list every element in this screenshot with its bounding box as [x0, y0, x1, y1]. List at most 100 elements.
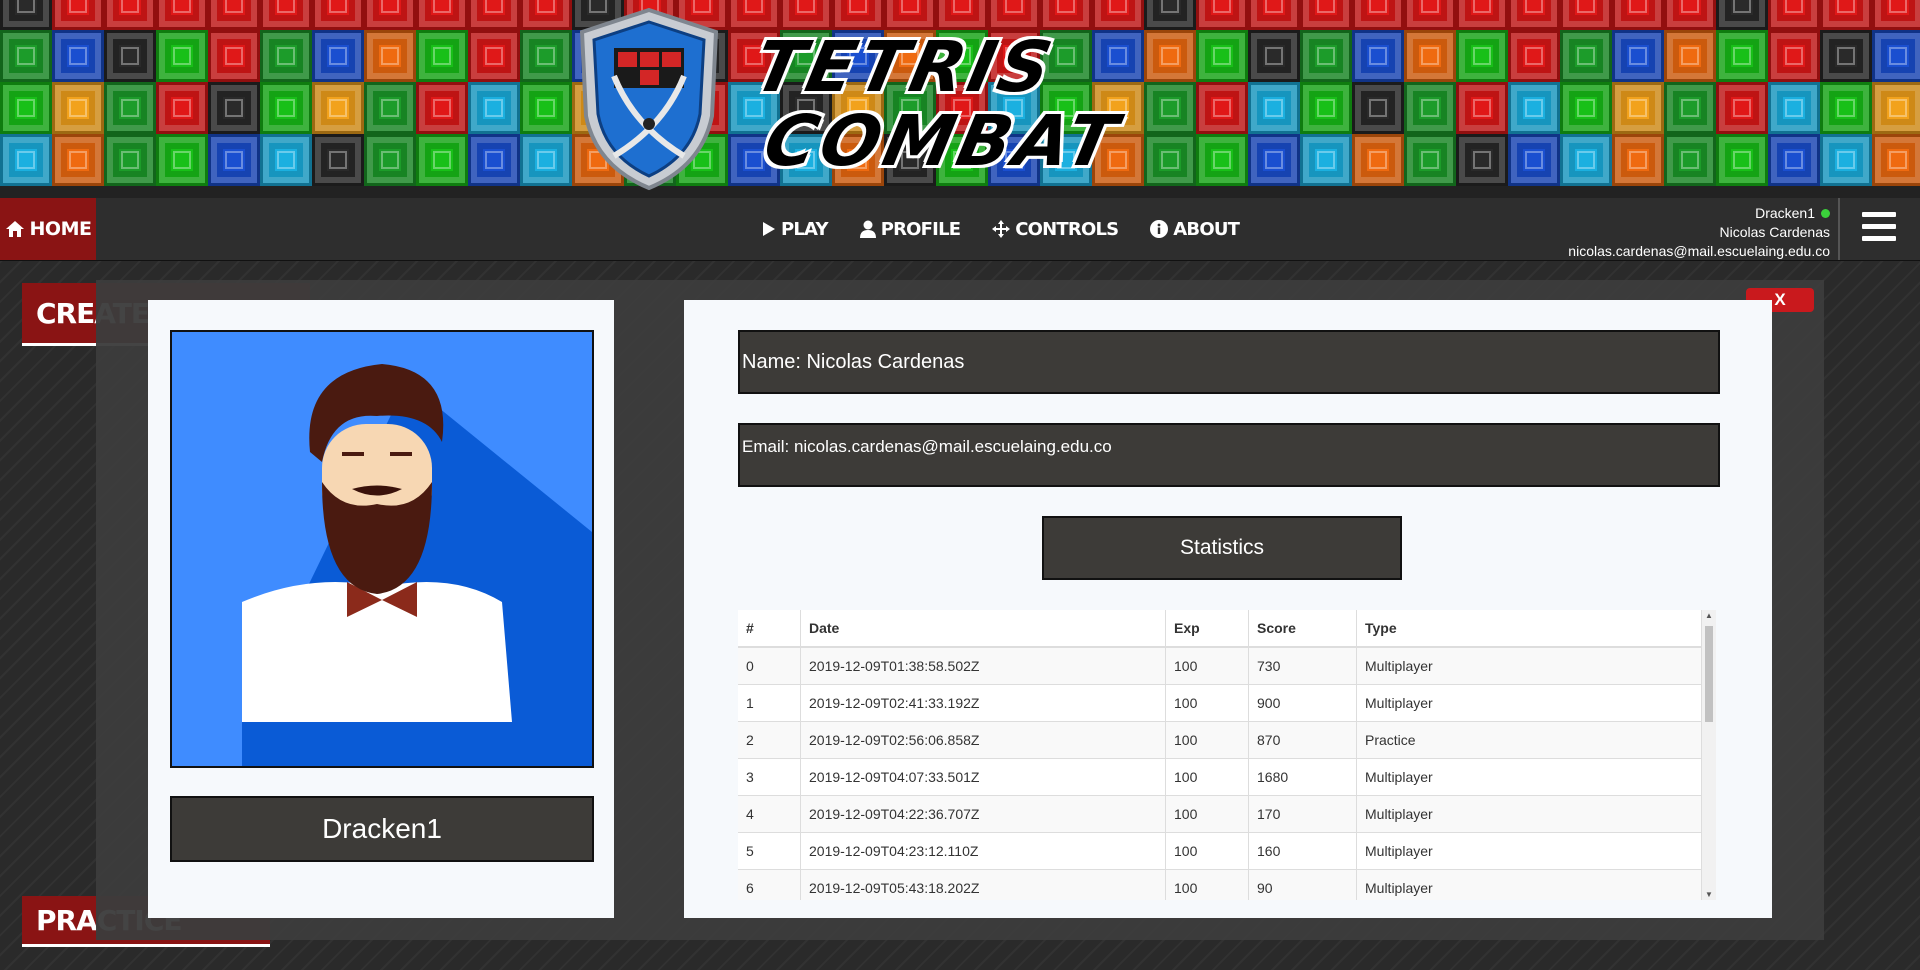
statistics-table-container[interactable]: # Date Exp Score Type 0 2019-12-09T01:38:…: [738, 610, 1716, 900]
tetris-tile: [0, 0, 52, 30]
table-row: 3 2019-12-09T04:07:33.501Z 100 1680 Multipla…: [738, 758, 1702, 796]
avatar: [170, 330, 594, 768]
profile-left-panel: Dracken1: [148, 300, 614, 918]
game-logo[interactable]: TETRIS COMBAT: [570, 4, 1170, 194]
tetris-tile: [1716, 134, 1768, 186]
table-cell: Multiplayer: [1356, 646, 1702, 685]
tetris-tile: [1612, 134, 1664, 186]
hamburger-menu-icon[interactable]: [1862, 212, 1896, 246]
tetris-tile: [104, 0, 156, 30]
tetris-tile: [156, 134, 208, 186]
column-header-exp: Exp: [1165, 610, 1249, 648]
tetris-tile: [1820, 30, 1872, 82]
info-icon: [1150, 220, 1169, 238]
tetris-tile: [1508, 0, 1560, 30]
email-field: Email: nicolas.cardenas@mail.escuelaing.…: [738, 423, 1720, 487]
nav-item-about[interactable]: ABOUT: [1150, 219, 1240, 240]
nav-item-label: PLAY: [781, 218, 829, 240]
tetris-tile: [1300, 134, 1352, 186]
tetris-tile: [1820, 134, 1872, 186]
table-cell: 100: [1165, 795, 1249, 833]
shield-crest-icon: [579, 7, 719, 191]
table-cell: 100: [1165, 721, 1249, 759]
table-cell: 6: [738, 869, 801, 900]
tetris-tile: [1820, 0, 1872, 30]
table-cell: 160: [1248, 832, 1357, 870]
tetris-tile: [1560, 82, 1612, 134]
table-cell: 1: [738, 684, 801, 722]
tetris-tile: [1300, 30, 1352, 82]
tetris-tile: [1404, 82, 1456, 134]
main-menu: PLAY PROFILE CONTROLS ABOUT: [762, 198, 1240, 260]
table-cell: 100: [1165, 869, 1249, 900]
tetris-tile: [1508, 82, 1560, 134]
table-cell: 2019-12-09T04:23:12.110Z: [800, 832, 1166, 870]
username-display: Dracken1: [170, 796, 594, 862]
tetris-tile: [1248, 82, 1300, 134]
tetris-tile: [1456, 82, 1508, 134]
tetris-tile: [1768, 134, 1820, 186]
user-info: Dracken1 Nicolas Cardenas nicolas.carden…: [1568, 204, 1830, 261]
nav-divider: [1838, 198, 1840, 260]
tetris-tile: [1768, 0, 1820, 30]
tetris-tile: [520, 82, 572, 134]
tetris-tile: [1508, 134, 1560, 186]
controls-icon: [992, 220, 1011, 238]
table-row: 2 2019-12-09T02:56:06.858Z 100 870 Practice: [738, 721, 1702, 759]
nav-item-label: CONTROLS: [1015, 218, 1119, 240]
logo-text-line1: TETRIS: [746, 25, 1064, 110]
table-cell: Practice: [1356, 721, 1702, 759]
tetris-tile: [1820, 82, 1872, 134]
tetris-tile: [1768, 30, 1820, 82]
name-field: Name: Nicolas Cardenas: [738, 330, 1720, 394]
tetris-tile: [1300, 0, 1352, 30]
statistics-button[interactable]: Statistics: [1042, 516, 1402, 580]
column-header-score: Score: [1248, 610, 1357, 648]
table-cell: 5: [738, 832, 801, 870]
tetris-tile: [1560, 134, 1612, 186]
table-cell: 2019-12-09T01:38:58.502Z: [800, 646, 1166, 685]
tetris-tile: [156, 82, 208, 134]
table-cell: 3: [738, 758, 801, 796]
nav-item-controls[interactable]: CONTROLS: [992, 218, 1119, 240]
table-cell: 100: [1165, 832, 1249, 870]
nav-item-play[interactable]: PLAY: [762, 218, 829, 240]
tetris-tile: [312, 0, 364, 30]
table-scrollbar[interactable]: ▲ ▼: [1702, 610, 1716, 900]
tetris-tile: [156, 30, 208, 82]
home-button[interactable]: HOME: [0, 198, 96, 260]
nav-item-label: PROFILE: [880, 218, 961, 240]
table-cell: 90: [1248, 869, 1357, 900]
tetris-tile: [156, 0, 208, 30]
tetris-tile: [1300, 82, 1352, 134]
table-cell: Multiplayer: [1356, 832, 1702, 870]
table-cell: 2: [738, 721, 801, 759]
tetris-tile: [260, 0, 312, 30]
tetris-tile: [1352, 30, 1404, 82]
tetris-tile: [208, 134, 260, 186]
tetris-tile: [52, 82, 104, 134]
table-cell: 2019-12-09T04:07:33.501Z: [800, 758, 1166, 796]
table-cell: 730: [1248, 646, 1357, 685]
tetris-tile: [416, 134, 468, 186]
nav-item-profile[interactable]: PROFILE: [859, 218, 961, 240]
table-cell: Multiplayer: [1356, 795, 1702, 833]
tetris-tile: [0, 30, 52, 82]
online-status-icon: [1821, 209, 1830, 218]
tetris-tile: [1196, 30, 1248, 82]
tetris-tile: [1612, 0, 1664, 30]
tetris-tile: [1560, 0, 1612, 30]
table-cell: 100: [1165, 646, 1249, 685]
tetris-tile: [1352, 82, 1404, 134]
table-row: 4 2019-12-09T04:22:36.707Z 100 170 Multiplay…: [738, 795, 1702, 833]
column-header-type: Type: [1356, 610, 1702, 648]
bearded-man-avatar-icon: [172, 332, 592, 766]
tetris-tile: [1352, 134, 1404, 186]
scrollbar-thumb[interactable]: [1705, 626, 1713, 722]
table-cell: Multiplayer: [1356, 758, 1702, 796]
tetris-tile: [1404, 134, 1456, 186]
scroll-down-icon[interactable]: ▼: [1702, 890, 1716, 899]
tetris-tile: [416, 30, 468, 82]
tetris-tile: [520, 0, 572, 30]
scroll-up-icon[interactable]: ▲: [1702, 611, 1716, 620]
